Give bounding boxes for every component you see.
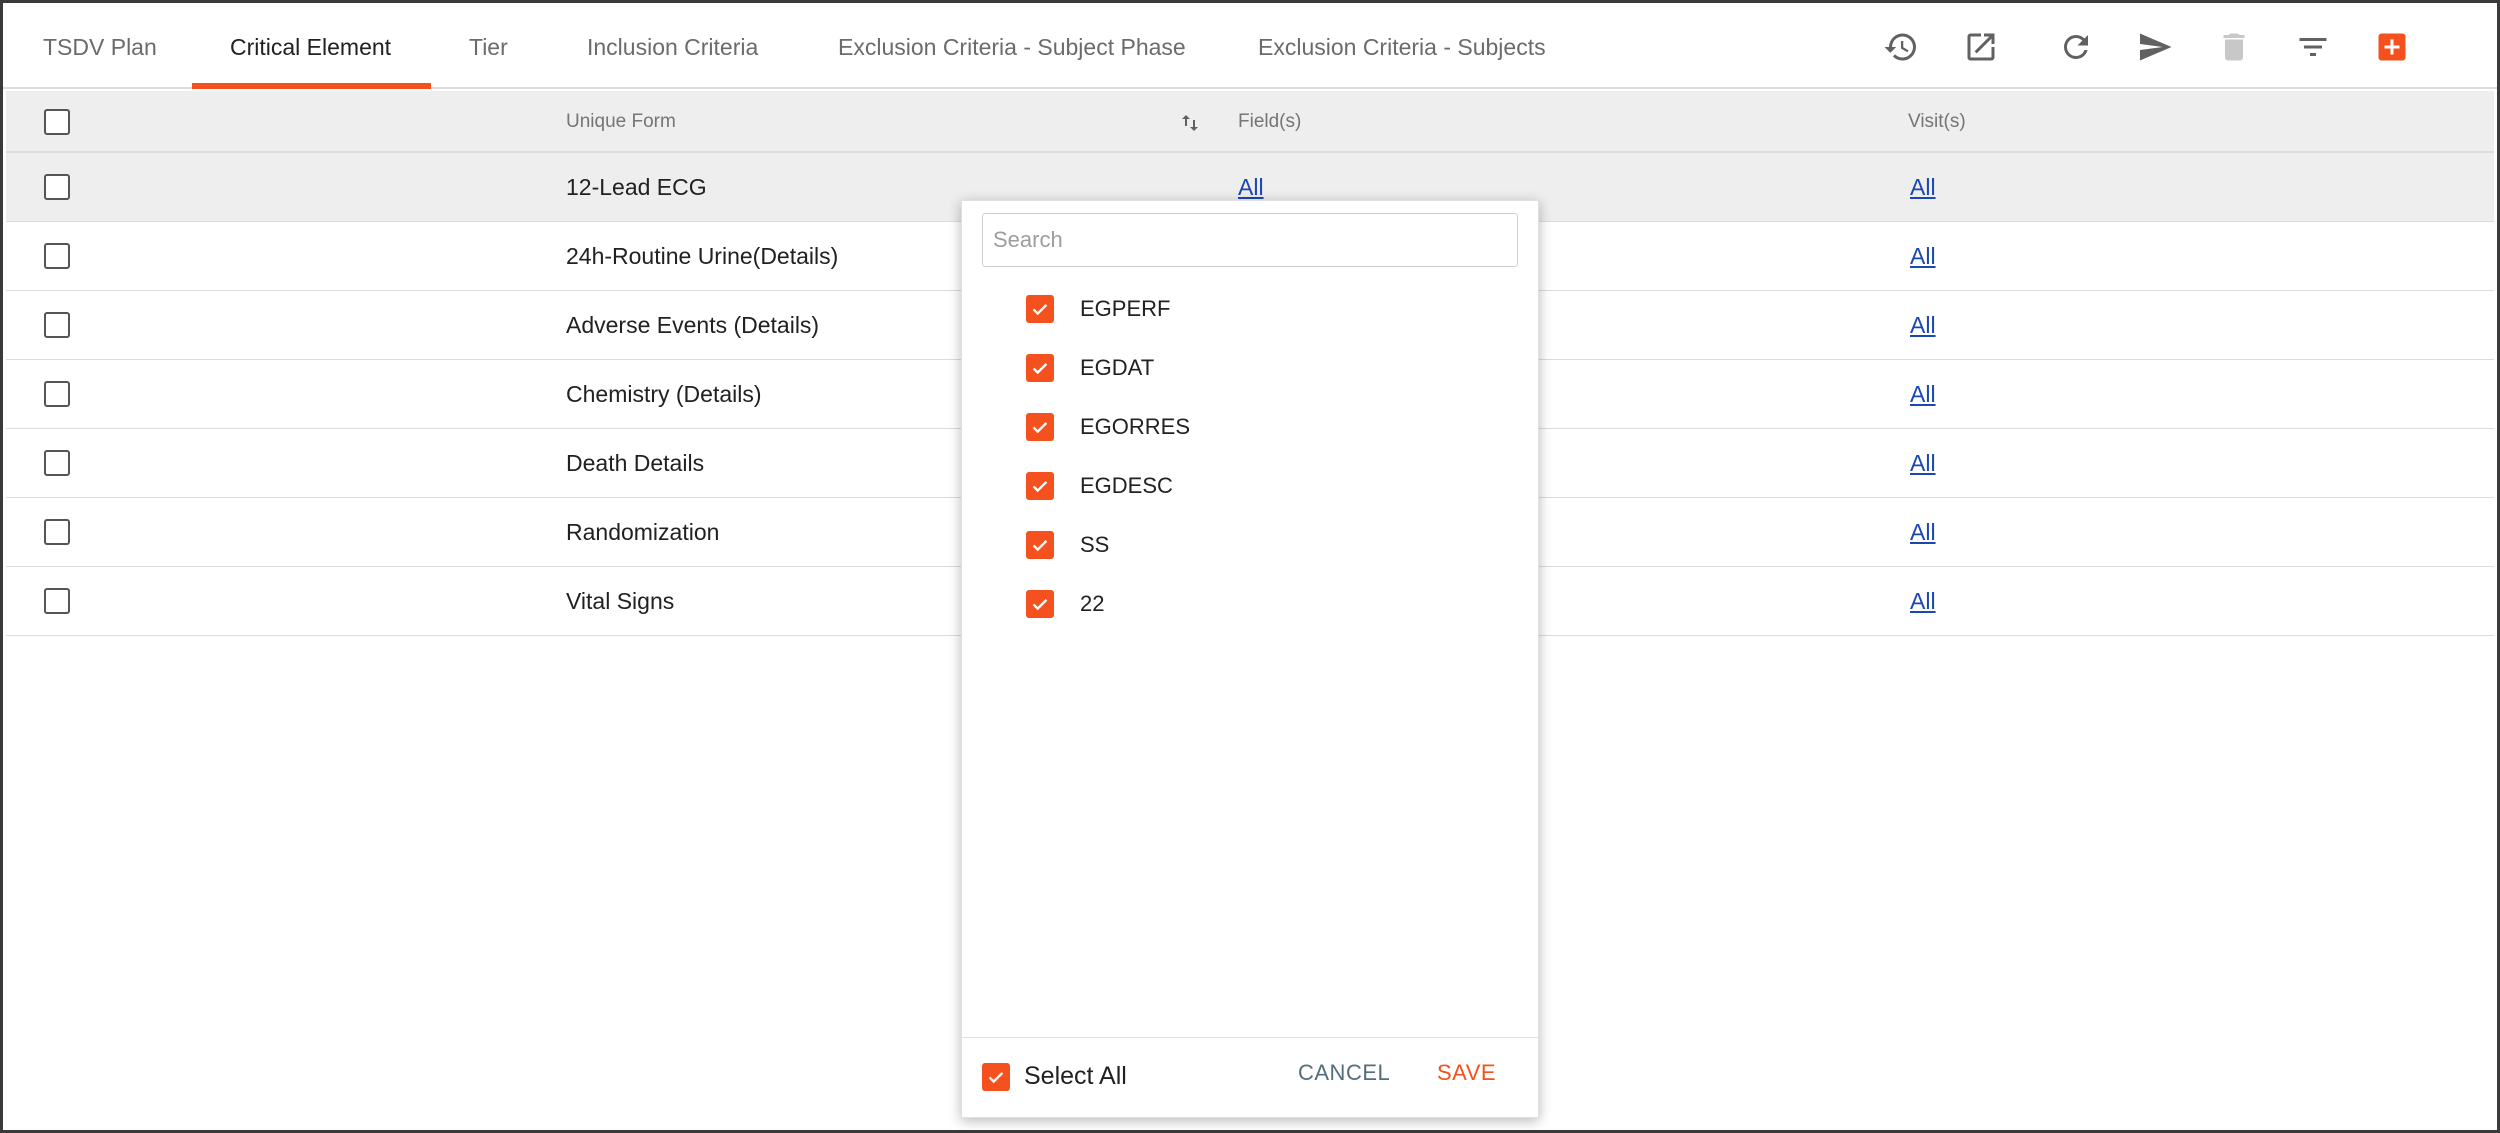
row-checkbox[interactable]	[44, 312, 70, 338]
select-all-option[interactable]: Select All	[982, 1062, 1127, 1091]
filter-icon[interactable]	[2293, 27, 2333, 67]
checkbox-checked-icon[interactable]	[1026, 590, 1054, 618]
header-unique-form: Unique Form	[566, 111, 676, 132]
active-tab-indicator	[192, 83, 431, 89]
visits-link[interactable]: All	[1910, 360, 1936, 429]
tab-exclusion-subject-phase[interactable]: Exclusion Criteria - Subject Phase	[838, 3, 1186, 89]
checkbox-checked-icon[interactable]	[1026, 354, 1054, 382]
field-option[interactable]: SS	[1026, 525, 1109, 565]
delete-icon[interactable]	[2214, 27, 2254, 67]
row-checkbox[interactable]	[44, 450, 70, 476]
option-label: EGDAT	[1080, 355, 1155, 380]
option-label: EGDESC	[1080, 473, 1173, 498]
form-name: 12-Lead ECG	[566, 174, 707, 200]
field-option[interactable]: EGDAT	[1026, 348, 1154, 388]
visits-link[interactable]: All	[1910, 429, 1936, 498]
visits-link[interactable]: All	[1910, 498, 1936, 567]
tab-tsdv-plan[interactable]: TSDV Plan	[43, 3, 157, 89]
table-header: Unique Form Field(s) Visit(s)	[6, 91, 2494, 153]
field-option[interactable]: 22	[1026, 584, 1104, 624]
field-option[interactable]: EGDESC	[1026, 466, 1173, 506]
tab-inclusion-criteria[interactable]: Inclusion Criteria	[587, 3, 758, 89]
tab-exclusion-subjects[interactable]: Exclusion Criteria - Subjects	[1258, 3, 1546, 89]
visits-link[interactable]: All	[1910, 567, 1936, 636]
send-icon[interactable]	[2135, 27, 2175, 67]
visits-link[interactable]: All	[1910, 291, 1936, 360]
checkbox-checked-icon[interactable]	[1026, 472, 1054, 500]
form-name: Vital Signs	[566, 588, 675, 614]
form-name: Chemistry (Details)	[566, 381, 762, 407]
row-checkbox[interactable]	[44, 174, 70, 200]
tab-tier[interactable]: Tier	[469, 3, 508, 89]
checkbox-checked-icon[interactable]	[982, 1062, 1010, 1091]
visits-link[interactable]: All	[1910, 222, 1936, 291]
form-name: Death Details	[566, 450, 705, 476]
option-label: SS	[1080, 532, 1110, 557]
cancel-button[interactable]: CANCEL	[1298, 1060, 1390, 1086]
row-checkbox[interactable]	[44, 381, 70, 407]
row-checkbox[interactable]	[44, 519, 70, 545]
tab-critical-element[interactable]: Critical Element	[230, 3, 391, 89]
form-name: 24h-Routine Urine(Details)	[566, 243, 839, 269]
row-checkbox[interactable]	[44, 588, 70, 614]
select-all-rows-checkbox[interactable]	[44, 109, 70, 135]
sort-icon[interactable]	[1178, 111, 1202, 135]
tab-bar: TSDV Plan Critical Element Tier Inclusio…	[3, 3, 2497, 89]
header-fields: Field(s)	[1238, 111, 1302, 132]
search-input[interactable]	[982, 213, 1518, 267]
save-button[interactable]: SAVE	[1437, 1060, 1496, 1086]
form-name: Randomization	[566, 519, 720, 545]
field-option[interactable]: EGORRES	[1026, 407, 1190, 447]
header-visits: Visit(s)	[1908, 111, 1966, 132]
form-name: Adverse Events (Details)	[566, 312, 820, 338]
checkbox-checked-icon[interactable]	[1026, 531, 1054, 559]
row-checkbox[interactable]	[44, 243, 70, 269]
refresh-icon[interactable]	[2056, 27, 2096, 67]
checkbox-checked-icon[interactable]	[1026, 413, 1054, 441]
field-option[interactable]: EGPERF	[1026, 289, 1170, 329]
app-window: TSDV Plan Critical Element Tier Inclusio…	[0, 0, 2500, 1133]
open-external-icon[interactable]	[1961, 27, 2001, 67]
option-label: 22	[1080, 591, 1105, 616]
option-label: EGORRES	[1080, 414, 1191, 439]
fields-dropdown-panel: EGPERF EGDAT EGORRES EGDESC SS 22 Select…	[961, 200, 1539, 1118]
option-label: EGPERF	[1080, 296, 1171, 321]
checkbox-checked-icon[interactable]	[1026, 295, 1054, 323]
visits-link[interactable]: All	[1910, 153, 1936, 222]
select-all-label: Select All	[1024, 1062, 1127, 1090]
add-icon[interactable]	[2372, 27, 2412, 67]
history-icon[interactable]	[1881, 27, 1921, 67]
dropdown-footer: Select All CANCEL SAVE	[962, 1037, 1538, 1117]
